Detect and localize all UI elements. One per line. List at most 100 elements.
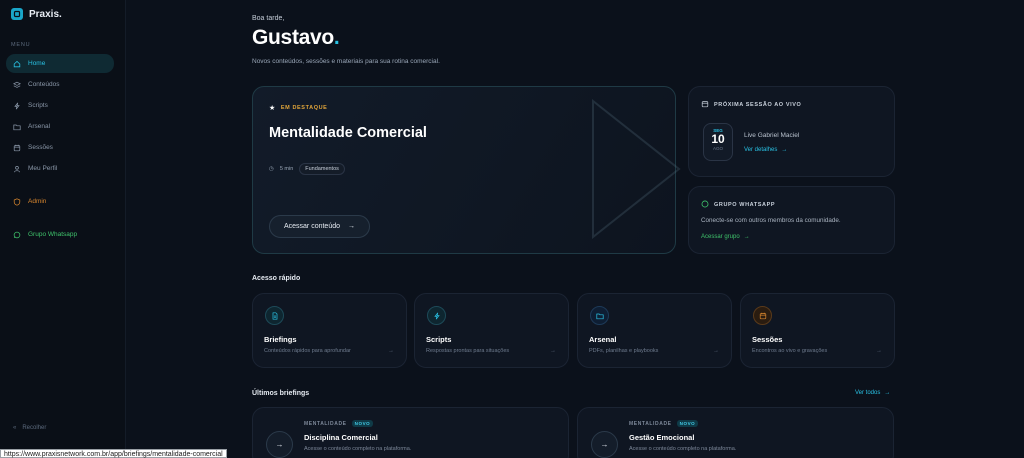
whatsapp-group-card: GRUPO WHATSAPP Conecte-se com outros mem…: [688, 186, 895, 254]
quick-access-briefings[interactable]: Briefings Conteúdos rápidos para aprofun…: [252, 293, 407, 368]
briefing-title: Disciplina Comercial: [304, 433, 378, 442]
new-badge: NOVO: [676, 420, 699, 427]
briefing-meta: MENTALIDADE NOVO: [629, 420, 699, 427]
arrow-right-icon: →: [600, 440, 609, 449]
view-details-label: Ver detalhes: [744, 147, 778, 153]
sidebar-item-scripts[interactable]: Scripts: [6, 96, 114, 115]
arrow-right-icon: →: [876, 348, 882, 354]
briefing-desc: Acesse o conteúdo completo na plataforma…: [304, 446, 412, 452]
whatsapp-group-description: Conecte-se com outros membros da comunid…: [701, 217, 841, 224]
whatsapp-label-row: GRUPO WHATSAPP: [701, 200, 775, 210]
sidebar-item-admin[interactable]: Admin: [6, 192, 114, 211]
quick-access-title-text: Briefings: [264, 335, 297, 344]
latest-briefings-title: Últimos briefings: [252, 390, 310, 397]
sidebar-item-label: Conteúdos: [28, 81, 60, 88]
play-watermark-icon: [592, 99, 681, 239]
collapse-label: Recolher: [22, 425, 47, 431]
collapse-sidebar-button[interactable]: « Recolher: [13, 425, 46, 431]
quick-access-desc: Respostas prontas para situações: [426, 348, 510, 354]
see-all-label: Ver todos: [855, 390, 881, 396]
user-name: Gustavo: [252, 26, 334, 49]
sidebar-item-label: Admin: [28, 198, 47, 205]
arrow-right-icon: →: [713, 348, 719, 354]
sidebar-item-arsenal[interactable]: Arsenal: [6, 117, 114, 136]
quick-access-title-text: Sessões: [752, 335, 783, 344]
sidebar-item-label: Scripts: [28, 102, 48, 109]
folder-icon: [590, 306, 609, 325]
document-icon: [265, 306, 284, 325]
access-group-label: Acessar grupo: [701, 234, 740, 240]
featured-badge: ★ EM DESTAQUE: [269, 104, 327, 112]
briefing-meta: MENTALIDADE NOVO: [304, 420, 374, 427]
briefing-title: Gestão Emocional: [629, 433, 695, 442]
sidebar-item-label: Meu Perfil: [28, 165, 58, 172]
arrow-right-icon: →: [781, 147, 788, 153]
user-icon: [14, 165, 20, 172]
sidebar-item-label: Sessões: [28, 144, 53, 151]
whatsapp-group-label: GRUPO WHATSAPP: [714, 202, 776, 208]
featured-badge-label: EM DESTAQUE: [280, 105, 328, 111]
session-date: SEG 10 AGO: [703, 123, 733, 161]
arrow-right-icon: →: [388, 348, 394, 354]
whatsapp-icon: [701, 200, 709, 210]
calendar-icon: [13, 144, 21, 151]
quick-access-sessoes[interactable]: Sessões Encontros ao vivo e gravações →: [740, 293, 895, 368]
quick-access-title-text: Scripts: [426, 335, 452, 344]
brand-name: Praxis.: [29, 8, 62, 20]
access-content-button[interactable]: Acessar conteúdo →: [269, 215, 370, 238]
featured-title: Mentalidade Comercial: [269, 125, 427, 141]
access-group-link[interactable]: Acessar grupo →: [701, 234, 750, 240]
user-name-heading: Gustavo.: [252, 26, 340, 50]
folder-icon: [13, 124, 21, 130]
sidebar-item-whatsapp[interactable]: Grupo Whatsapp: [6, 225, 114, 244]
live-session-card: PRÓXIMA SESSÃO AO VIVO SEG 10 AGO Live G…: [688, 86, 895, 177]
session-title: Live Gabriel Maciel: [744, 132, 800, 139]
star-icon: ★: [269, 105, 276, 112]
arrow-right-icon: →: [884, 390, 891, 396]
arrow-right-icon: →: [348, 223, 356, 230]
quick-access-scripts[interactable]: Scripts Respostas prontas para situações…: [414, 293, 569, 368]
bolt-icon: [14, 102, 20, 109]
sidebar: Praxis. MENU Home Conteúdos Scripts Arse…: [0, 0, 126, 458]
sidebar-item-conteudos[interactable]: Conteúdos: [6, 75, 114, 94]
brand-logo[interactable]: Praxis.: [11, 8, 62, 20]
see-all-link[interactable]: Ver todos →: [855, 390, 890, 396]
greeting: Boa tarde,: [252, 15, 285, 22]
layers-icon: [13, 81, 21, 88]
sidebar-item-meu-perfil[interactable]: Meu Perfil: [6, 159, 114, 178]
double-chevron-left-icon: «: [13, 425, 17, 431]
sidebar-nav: Home Conteúdos Scripts Arsenal Sessões M…: [6, 54, 114, 246]
open-briefing-button[interactable]: →: [591, 431, 618, 458]
sidebar-item-home[interactable]: Home: [6, 54, 114, 73]
open-briefing-button[interactable]: →: [266, 431, 293, 458]
logo-icon: [11, 8, 23, 20]
session-month: AGO: [712, 146, 723, 151]
quick-access-desc: PDFs, planilhas e playbooks: [589, 348, 659, 354]
clock-icon: ◷: [269, 166, 274, 172]
view-details-link[interactable]: Ver detalhes →: [744, 147, 787, 153]
quick-access-desc: Conteúdos rápidos para aprofundar: [264, 348, 351, 354]
featured-tag: Fundamentos: [299, 163, 345, 175]
quick-access-arsenal[interactable]: Arsenal PDFs, planilhas e playbooks →: [577, 293, 732, 368]
featured-meta: ◷ 5 min Fundamentos: [269, 163, 345, 175]
home-icon: [13, 60, 21, 67]
quick-access-title-text: Arsenal: [589, 335, 617, 344]
new-badge: NOVO: [351, 420, 374, 427]
bolt-icon: [427, 306, 446, 325]
sidebar-item-label: Grupo Whatsapp: [28, 231, 78, 238]
briefing-card[interactable]: → MENTALIDADE NOVO Gestão Emocional Aces…: [577, 407, 894, 458]
sidebar-item-label: Home: [28, 60, 46, 67]
session-day: 10: [711, 132, 725, 146]
live-session-label-row: PRÓXIMA SESSÃO AO VIVO: [701, 100, 801, 110]
featured-card: ★ EM DESTAQUE Mentalidade Comercial ◷ 5 …: [252, 86, 681, 254]
status-bar-url: https://www.praxisnetwork.com.br/app/bri…: [0, 449, 227, 458]
whatsapp-icon: [13, 231, 21, 238]
briefing-card[interactable]: → MENTALIDADE NOVO Disciplina Comercial …: [252, 407, 569, 458]
arrow-right-icon: →: [275, 440, 284, 449]
sidebar-item-sessoes[interactable]: Sessões: [6, 138, 114, 157]
arrow-right-icon: →: [743, 234, 750, 240]
calendar-icon: [753, 306, 772, 325]
user-name-dot: .: [333, 26, 340, 49]
access-content-label: Acessar conteúdo: [283, 223, 341, 230]
briefing-category: MENTALIDADE: [304, 420, 347, 427]
